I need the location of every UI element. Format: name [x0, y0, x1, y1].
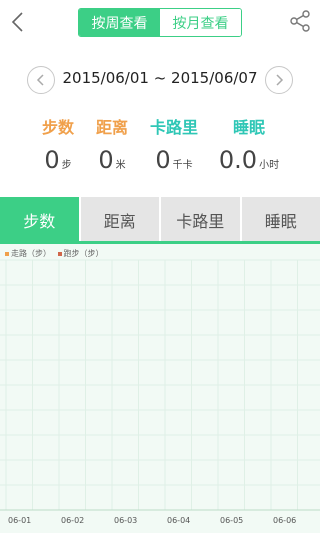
stat-value: 0 [98, 146, 114, 174]
stat-unit: 小时 [259, 160, 280, 171]
back-button[interactable] [8, 10, 30, 34]
steps-chart: 走路（步） 跑步（步） 06-01 06-02 06-03 06-04 06-05 06-… [0, 244, 320, 533]
stat-calories: 卡路里 0 千卡 [147, 114, 201, 174]
stat-unit: 步 [61, 160, 72, 171]
legend-swatch [5, 251, 9, 256]
tab-distance[interactable]: 距离 [80, 197, 159, 243]
next-week-button[interactable] [265, 66, 293, 94]
legend-item-run: 跑步（步） [57, 249, 104, 258]
tab-steps[interactable]: 步数 [0, 197, 79, 243]
stat-distance: 距离 0米 [91, 114, 133, 174]
stat-value: 0.0 [218, 146, 258, 174]
chart-grid [0, 259, 320, 511]
share-icon [290, 10, 310, 32]
x-tick-label: 06-01 [8, 516, 32, 525]
legend-label: 走路（步） [11, 249, 51, 258]
x-tick-label: 06-02 [61, 516, 85, 525]
month-view-button[interactable]: 按月查看 [160, 9, 241, 36]
share-button[interactable] [288, 10, 312, 32]
stat-value: 0 [155, 146, 171, 174]
x-tick-label: 06-06 [273, 516, 297, 525]
stat-unit: 千卡 [172, 160, 193, 171]
chart-legend: 走路（步） 跑步（步） [5, 248, 108, 259]
stat-value: 0 [44, 146, 60, 174]
date-range-label: 2015/06/01 ~ 2015/06/07 [62, 69, 258, 87]
week-view-button[interactable]: 按周查看 [79, 9, 160, 36]
stat-label: 步数 [41, 118, 74, 137]
date-navigator: 2015/06/01 ~ 2015/06/07 [0, 64, 320, 96]
chevron-left-icon [36, 74, 44, 86]
metric-tabs: 步数 距离 卡路里 睡眠 [0, 197, 320, 243]
chevron-right-icon [276, 74, 284, 86]
view-mode-toggle: 按周查看 按月查看 [78, 8, 242, 37]
tab-sleep[interactable]: 睡眠 [241, 197, 320, 243]
stat-label: 睡眠 [232, 118, 265, 137]
top-bar: 按周查看 按月查看 [0, 0, 320, 44]
x-tick-label: 06-04 [167, 516, 191, 525]
stat-label: 距离 [95, 118, 128, 137]
x-tick-label: 06-05 [220, 516, 244, 525]
stat-steps: 步数 0步 [36, 114, 80, 174]
legend-swatch [57, 251, 62, 256]
summary-stats: 步数 0步 距离 0米 卡路里 0 千卡 睡眠 0.0 小时 [0, 114, 320, 184]
stat-label: 卡路里 [149, 118, 198, 137]
back-arrow-icon [11, 12, 23, 32]
legend-item-walk: 走路（步） [5, 249, 51, 258]
legend-label: 跑步（步） [63, 249, 104, 258]
stat-sleep: 睡眠 0.0 小时 [216, 114, 282, 174]
x-tick-label: 06-03 [114, 516, 138, 525]
stat-unit: 米 [115, 160, 126, 171]
tab-calories[interactable]: 卡路里 [161, 197, 240, 243]
previous-week-button[interactable] [27, 66, 55, 94]
